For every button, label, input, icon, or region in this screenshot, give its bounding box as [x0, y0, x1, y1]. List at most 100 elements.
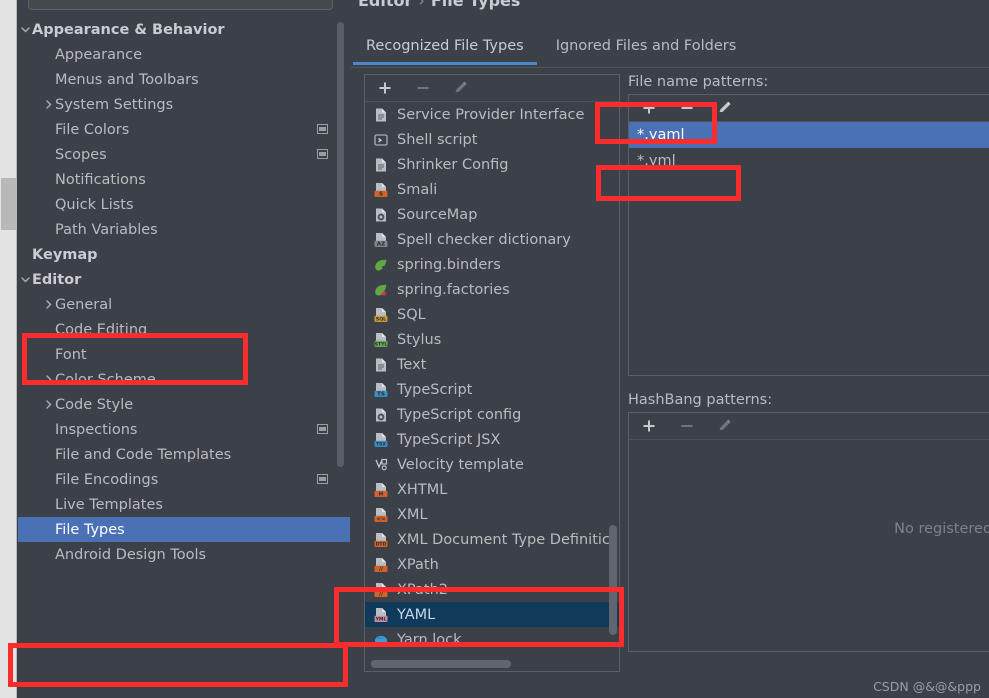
file-types-add-button[interactable]: [377, 80, 393, 96]
sidebar-item-quick-lists[interactable]: Quick Lists: [18, 192, 350, 217]
sidebar-item-label: Keymap: [32, 246, 98, 263]
sidebar-item-label: Android Design Tools: [55, 546, 207, 563]
file-type-label: Shell script: [397, 131, 478, 148]
velocity-icon: [373, 457, 389, 473]
chevron-right-icon[interactable]: [41, 98, 55, 112]
file-type-row[interactable]: TSX TypeScript JSX: [365, 427, 619, 452]
sidebar-item-system-settings[interactable]: System Settings: [18, 92, 350, 117]
file-type-row[interactable]: DTD XML Document Type Definitic: [365, 527, 619, 552]
watermark: CSDN @&@&ppp: [873, 679, 981, 694]
sidebar-item-label: Editor: [32, 271, 82, 288]
sidebar-item-inspections[interactable]: Inspections: [18, 417, 350, 442]
sidebar-item-label: Appearance: [55, 46, 143, 63]
chevron-down-icon[interactable]: [18, 273, 32, 287]
sidebar-item-label: Quick Lists: [55, 196, 134, 213]
file-name-pattern-edit-button[interactable]: [717, 100, 733, 116]
sidebar-item-font[interactable]: Font: [18, 342, 350, 367]
breadcrumb-current: File Types: [430, 0, 521, 10]
file-type-row[interactable]: Text: [365, 352, 619, 377]
sidebar-item-live-templates[interactable]: Live Templates: [18, 492, 350, 517]
file-type-row[interactable]: Service Provider Interface: [365, 102, 619, 127]
sidebar-item-file-encodings[interactable]: File Encodings: [18, 467, 350, 492]
search-input[interactable]: [59, 0, 319, 4]
sidebar-item-general[interactable]: General: [18, 292, 350, 317]
shell-icon: [373, 132, 389, 148]
pattern-row[interactable]: *.yml: [629, 148, 989, 174]
sidebar-item-code-editing[interactable]: Code Editing: [18, 317, 350, 342]
hashbang-patterns-box: No registered file patte: [628, 412, 989, 652]
chevron-down-icon[interactable]: [18, 23, 32, 37]
tagged-file-icon: TS: [373, 382, 389, 398]
file-types-list[interactable]: Service Provider Interface Shell script Sh…: [365, 102, 619, 671]
file-type-row[interactable]: SourceMap: [365, 202, 619, 227]
file-types-vscrollbar-thumb[interactable]: [609, 525, 617, 635]
settings-search-box[interactable]: [28, 0, 333, 10]
sidebar-item-label: Inspections: [55, 421, 138, 438]
svg-text:SQL: SQL: [376, 316, 386, 322]
sidebar-item-path-variables[interactable]: Path Variables: [18, 217, 350, 242]
breadcrumb-parent[interactable]: Editor: [358, 0, 412, 10]
sidebar-scrollbar-thumb[interactable]: [337, 22, 344, 467]
file-type-row[interactable]: Yarn lock: [365, 627, 619, 652]
chevron-right-icon[interactable]: [41, 298, 55, 312]
hashbang-section: HashBang patterns: No registered file pa…: [628, 392, 989, 652]
file-type-label: XPath2: [397, 581, 449, 598]
tagged-file-icon: SQL: [373, 307, 389, 323]
sidebar-item-keymap[interactable]: Keymap: [18, 242, 350, 267]
sidebar-item-android-design-tools[interactable]: Android Design Tools: [18, 542, 350, 567]
sidebar-item-file-colors[interactable]: File Colors: [18, 117, 350, 142]
chevron-right-icon[interactable]: [41, 373, 55, 387]
file-types-remove-button: [415, 80, 431, 96]
file-type-row-selected[interactable]: YML YAML: [365, 602, 619, 627]
sidebar-item-appearance-behavior[interactable]: Appearance & Behavior: [18, 17, 350, 42]
tab-label: Recognized File Types: [366, 38, 524, 54]
file-type-row[interactable]: S Smali: [365, 177, 619, 202]
file-type-row[interactable]: H XHTML: [365, 477, 619, 502]
sidebar-item-appearance[interactable]: Appearance: [18, 42, 350, 67]
file-type-row[interactable]: AZ Spell checker dictionary: [365, 227, 619, 252]
breadcrumb-separator: ›: [418, 0, 425, 10]
file-name-pattern-remove-button[interactable]: [679, 100, 695, 116]
sidebar-item-color-scheme[interactable]: Color Scheme: [18, 367, 350, 392]
file-types-hscrollbar-thumb[interactable]: [371, 660, 511, 668]
pattern-row-selected[interactable]: *.yaml: [629, 122, 989, 148]
hashbang-pattern-add-button[interactable]: [641, 418, 657, 434]
sidebar-item-menus-and-toolbars[interactable]: Menus and Toolbars: [18, 67, 350, 92]
file-name-patterns-list[interactable]: *.yaml *.yml: [629, 122, 989, 174]
sidebar-item-label: Menus and Toolbars: [55, 71, 199, 88]
window-scrollbar-thumb[interactable]: [1, 178, 16, 230]
tab-ignored-files-and-folders[interactable]: Ignored Files and Folders: [540, 30, 753, 63]
sidebar-item-scopes[interactable]: Scopes: [18, 142, 350, 167]
sidebar-item-file-and-code-templates[interactable]: File and Code Templates: [18, 442, 350, 467]
file-type-row[interactable]: TypeScript config: [365, 402, 619, 427]
file-type-row[interactable]: spring.factories: [365, 277, 619, 302]
file-type-label: spring.factories: [397, 281, 510, 298]
file-type-row[interactable]: <> XML: [365, 502, 619, 527]
file-type-row[interactable]: TS TypeScript: [365, 377, 619, 402]
svg-text:DTD: DTD: [376, 541, 387, 547]
window-scrollbar[interactable]: [0, 0, 17, 698]
sidebar-item-notifications[interactable]: Notifications: [18, 167, 350, 192]
file-type-row[interactable]: // XPath: [365, 552, 619, 577]
sidebar-item-label: System Settings: [55, 96, 174, 113]
sidebar-item-editor[interactable]: Editor: [18, 267, 350, 292]
file-type-row[interactable]: SQL SQL: [365, 302, 619, 327]
text-file-icon: [373, 157, 389, 173]
file-type-label: XPath: [397, 556, 439, 573]
chevron-right-icon[interactable]: [41, 398, 55, 412]
sidebar-item-code-style[interactable]: Code Style: [18, 392, 350, 417]
tab-recognized-file-types[interactable]: Recognized File Types: [350, 30, 540, 65]
sidebar-item-file-types[interactable]: File Types: [18, 517, 350, 542]
file-type-row[interactable]: spring.binders: [365, 252, 619, 277]
file-type-row[interactable]: // XPath2: [365, 577, 619, 602]
file-type-row[interactable]: Shrinker Config: [365, 152, 619, 177]
settings-tree: Appearance & Behavior Appearance Menus and…: [18, 17, 350, 567]
file-type-row[interactable]: Velocity template: [365, 452, 619, 477]
settings-main-panel: Editor › File Types Recognized File Types I…: [350, 0, 989, 698]
file-name-pattern-add-button[interactable]: [641, 100, 657, 116]
hashbang-pattern-remove-button: [679, 418, 695, 434]
file-type-row[interactable]: STYL Stylus: [365, 327, 619, 352]
file-type-label: XML Document Type Definitic: [397, 531, 610, 548]
file-type-label: Stylus: [397, 331, 442, 348]
file-type-row[interactable]: Shell script: [365, 127, 619, 152]
